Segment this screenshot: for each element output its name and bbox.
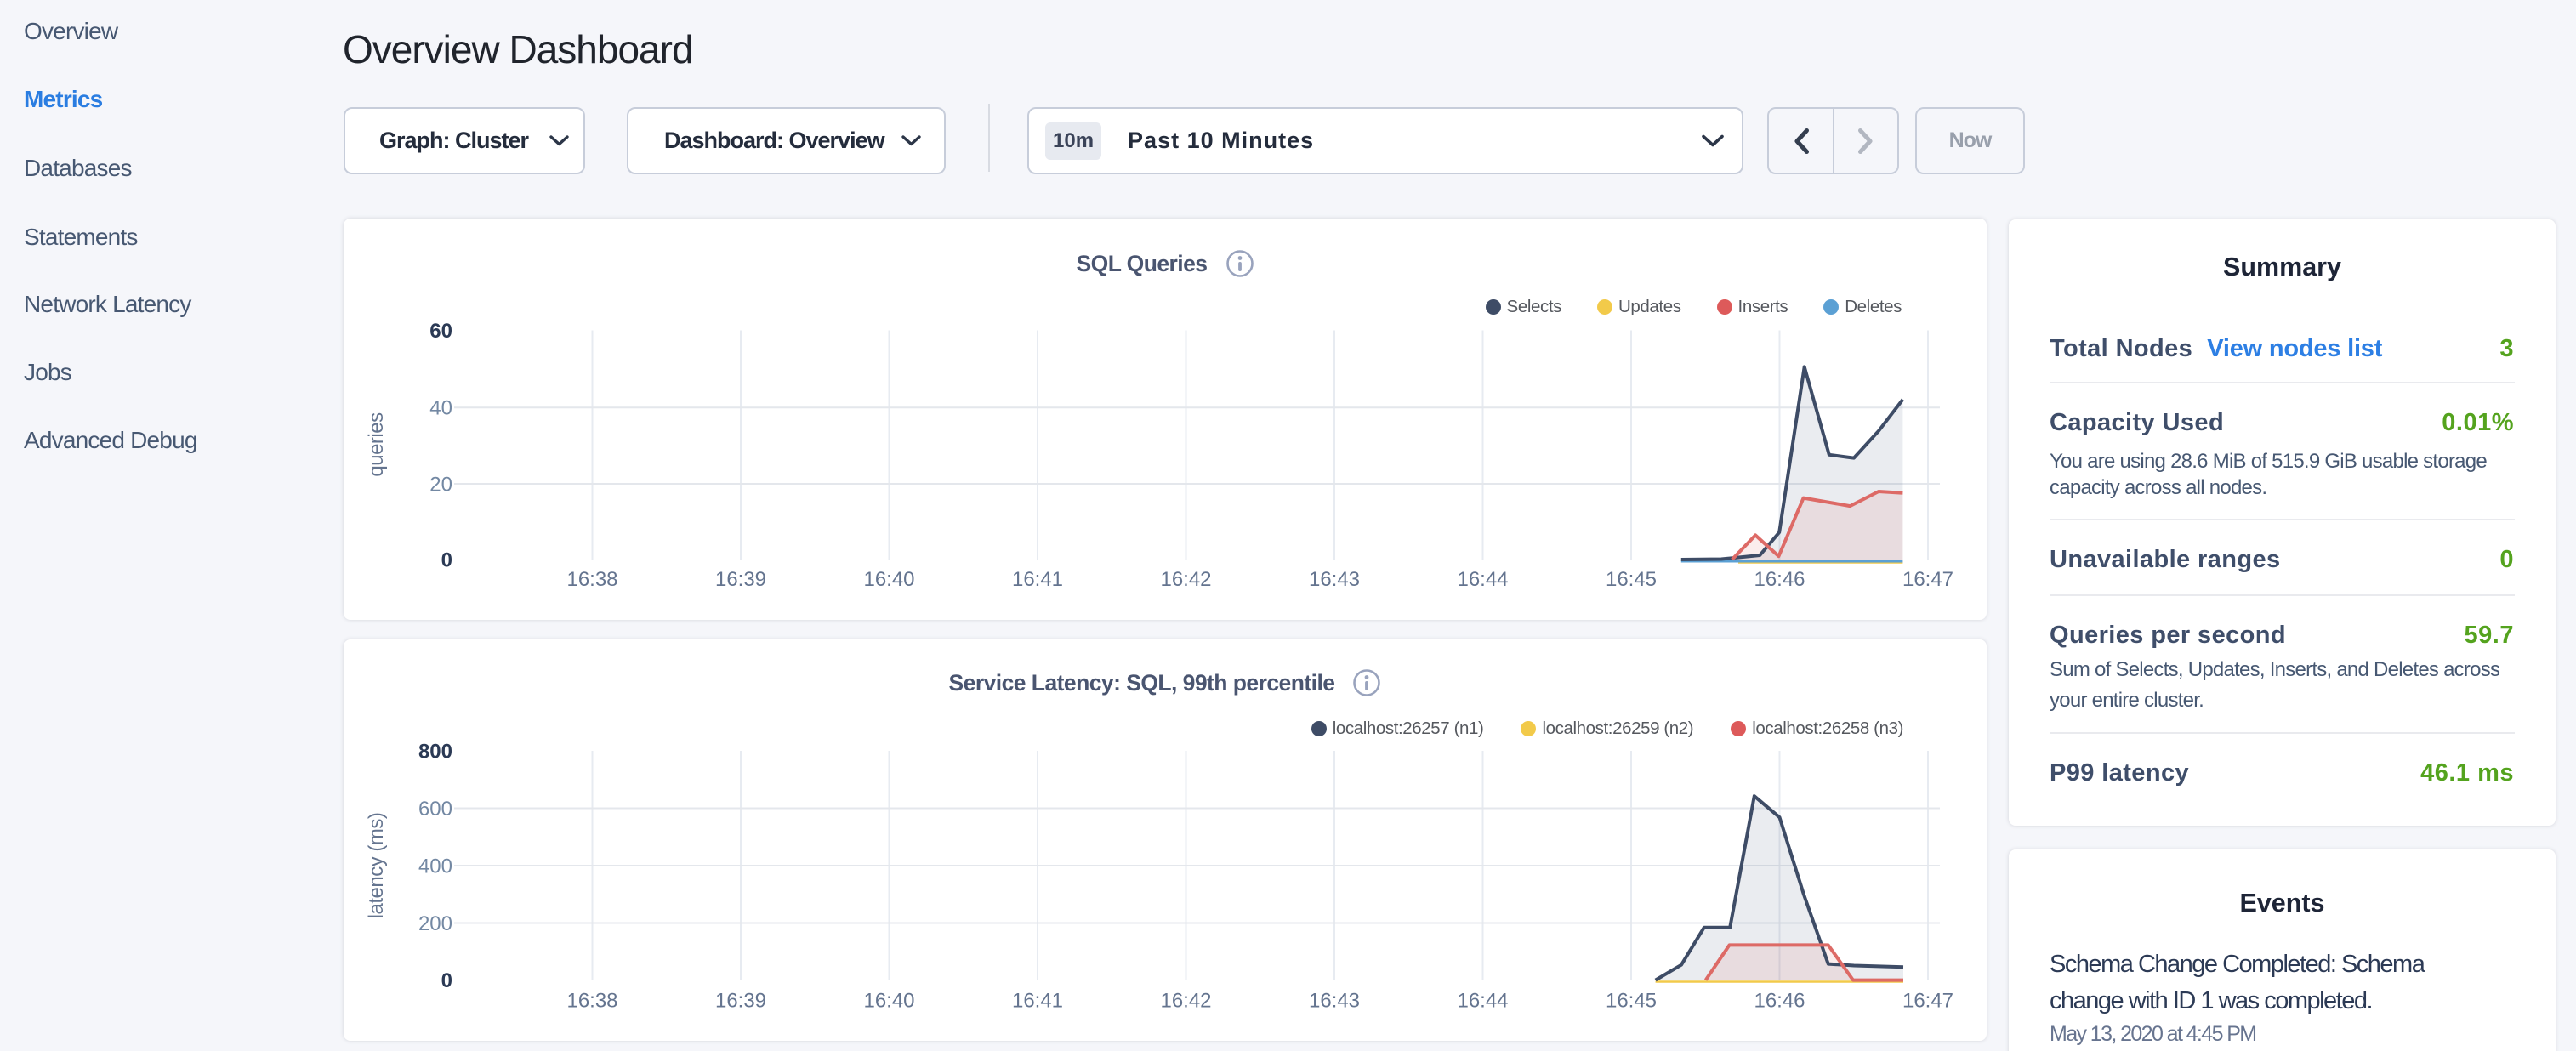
svg-text:16:44: 16:44 [1457,568,1508,591]
svg-text:16:46: 16:46 [1754,990,1805,1013]
svg-text:16:38: 16:38 [566,568,617,591]
svg-text:16:43: 16:43 [1309,568,1360,591]
svg-text:200: 200 [418,912,452,935]
svg-text:16:47: 16:47 [1902,568,1953,591]
svg-text:16:45: 16:45 [1606,990,1657,1013]
svg-text:16:39: 16:39 [715,568,766,591]
svg-text:16:45: 16:45 [1606,568,1657,591]
svg-text:queries: queries [365,412,388,477]
svg-text:16:43: 16:43 [1309,990,1360,1013]
svg-text:400: 400 [418,855,452,878]
svg-text:16:40: 16:40 [863,568,914,591]
svg-text:600: 600 [418,798,452,821]
svg-text:0: 0 [441,549,452,572]
svg-text:16:39: 16:39 [715,990,766,1013]
svg-text:16:41: 16:41 [1012,568,1063,591]
svg-text:16:47: 16:47 [1902,990,1953,1013]
svg-text:0: 0 [441,969,452,992]
svg-text:16:40: 16:40 [863,990,914,1013]
svg-text:16:42: 16:42 [1160,990,1211,1013]
svg-text:16:41: 16:41 [1012,990,1063,1013]
svg-text:16:38: 16:38 [566,990,617,1013]
svg-text:16:44: 16:44 [1457,990,1508,1013]
svg-text:20: 20 [429,474,452,497]
svg-text:latency (ms): latency (ms) [365,813,388,919]
svg-text:16:42: 16:42 [1160,568,1211,591]
svg-text:40: 40 [429,397,452,420]
svg-text:800: 800 [418,741,452,764]
svg-text:16:46: 16:46 [1754,568,1805,591]
svg-text:60: 60 [429,320,452,343]
